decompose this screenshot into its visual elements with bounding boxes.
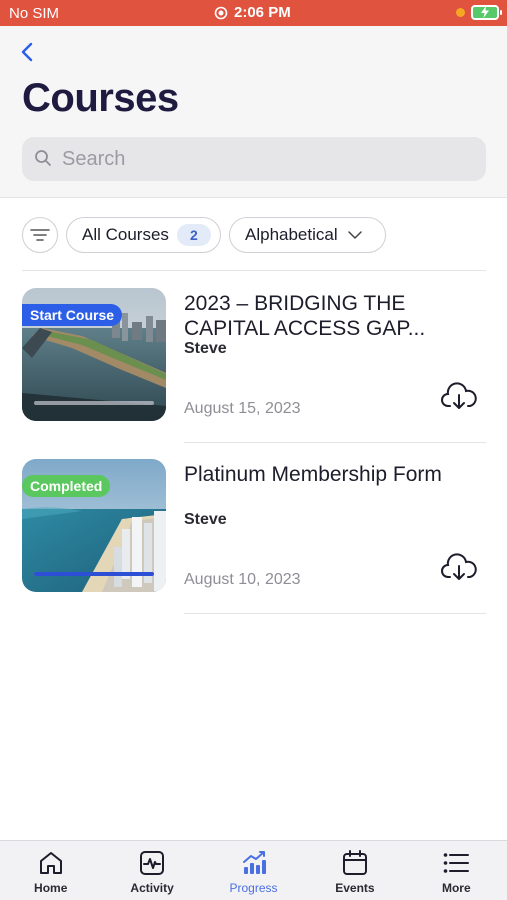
- course-title: Platinum Membership Form: [184, 463, 442, 486]
- chevron-left-icon: [21, 42, 33, 62]
- tab-bar: Home Activity Progress Events More: [0, 840, 507, 900]
- page-header: Courses: [0, 26, 507, 198]
- all-courses-label: All Courses: [82, 225, 169, 244]
- tab-progress-label: Progress: [229, 881, 278, 895]
- calendar-icon: [342, 850, 367, 875]
- tab-events-label: Events: [335, 881, 375, 895]
- status-bar: No SIM 2:06 PM: [0, 0, 507, 26]
- menu-icon: [444, 853, 470, 873]
- course-progress-bar: [34, 401, 154, 405]
- tab-home[interactable]: Home: [0, 841, 101, 900]
- item-divider: [184, 442, 486, 443]
- cloud-download-icon: [441, 382, 477, 409]
- search-input[interactable]: [62, 137, 482, 181]
- all-courses-chip[interactable]: All Courses 2: [66, 217, 221, 253]
- item-divider: [184, 613, 486, 614]
- home-icon: [39, 852, 62, 874]
- status-indicators: [456, 5, 502, 20]
- list-divider: [22, 270, 486, 271]
- time-label: 2:06 PM: [234, 4, 291, 21]
- course-count-badge: 2: [176, 224, 211, 246]
- tab-home-label: Home: [34, 881, 68, 895]
- tab-more-label: More: [441, 881, 471, 895]
- progress-icon: [242, 851, 266, 874]
- course-progress-fill: [34, 572, 154, 576]
- download-button[interactable]: [440, 552, 478, 582]
- battery-icon: [471, 5, 502, 20]
- location-icon: [214, 6, 228, 19]
- carrier-label: No SIM: [9, 5, 60, 22]
- search-bar[interactable]: [22, 137, 486, 181]
- filter-icon: [30, 229, 50, 241]
- course-title: 2023 – BRIDGING THE CAPITAL ACCESS GAP..…: [184, 292, 426, 340]
- download-button[interactable]: [440, 381, 478, 411]
- page-title: Courses: [22, 76, 179, 120]
- chevron-down-icon: [347, 231, 362, 239]
- tab-events[interactable]: Events: [304, 841, 405, 900]
- activity-icon: [140, 851, 165, 875]
- filter-button[interactable]: [22, 217, 58, 253]
- sort-dropdown[interactable]: Alphabetical: [229, 217, 386, 253]
- status-time: 2:06 PM: [214, 4, 291, 21]
- completed-badge: Completed: [22, 475, 111, 497]
- start-course-badge: Start Course: [22, 304, 123, 326]
- course-progress-bar: [34, 572, 154, 576]
- course-item[interactable]: Start Course 2023 – BRIDGING THE CAPITAL…: [0, 288, 507, 448]
- cloud-download-icon: [441, 553, 477, 580]
- course-author: Steve: [184, 511, 227, 528]
- recording-dot-icon: [456, 8, 465, 17]
- course-item[interactable]: Completed Platinum Membership Form Steve…: [0, 459, 507, 619]
- search-icon: [35, 150, 51, 166]
- back-button[interactable]: [16, 40, 38, 64]
- sort-label: Alphabetical: [245, 225, 338, 244]
- tab-activity-label: Activity: [130, 881, 174, 895]
- course-author: Steve: [184, 340, 227, 357]
- filter-row: All Courses 2 Alphabetical: [0, 198, 507, 270]
- tab-more[interactable]: More: [406, 841, 507, 900]
- course-date: August 15, 2023: [184, 400, 301, 417]
- course-date: August 10, 2023: [184, 571, 301, 588]
- tab-progress[interactable]: Progress: [203, 841, 304, 900]
- tab-activity[interactable]: Activity: [101, 841, 202, 900]
